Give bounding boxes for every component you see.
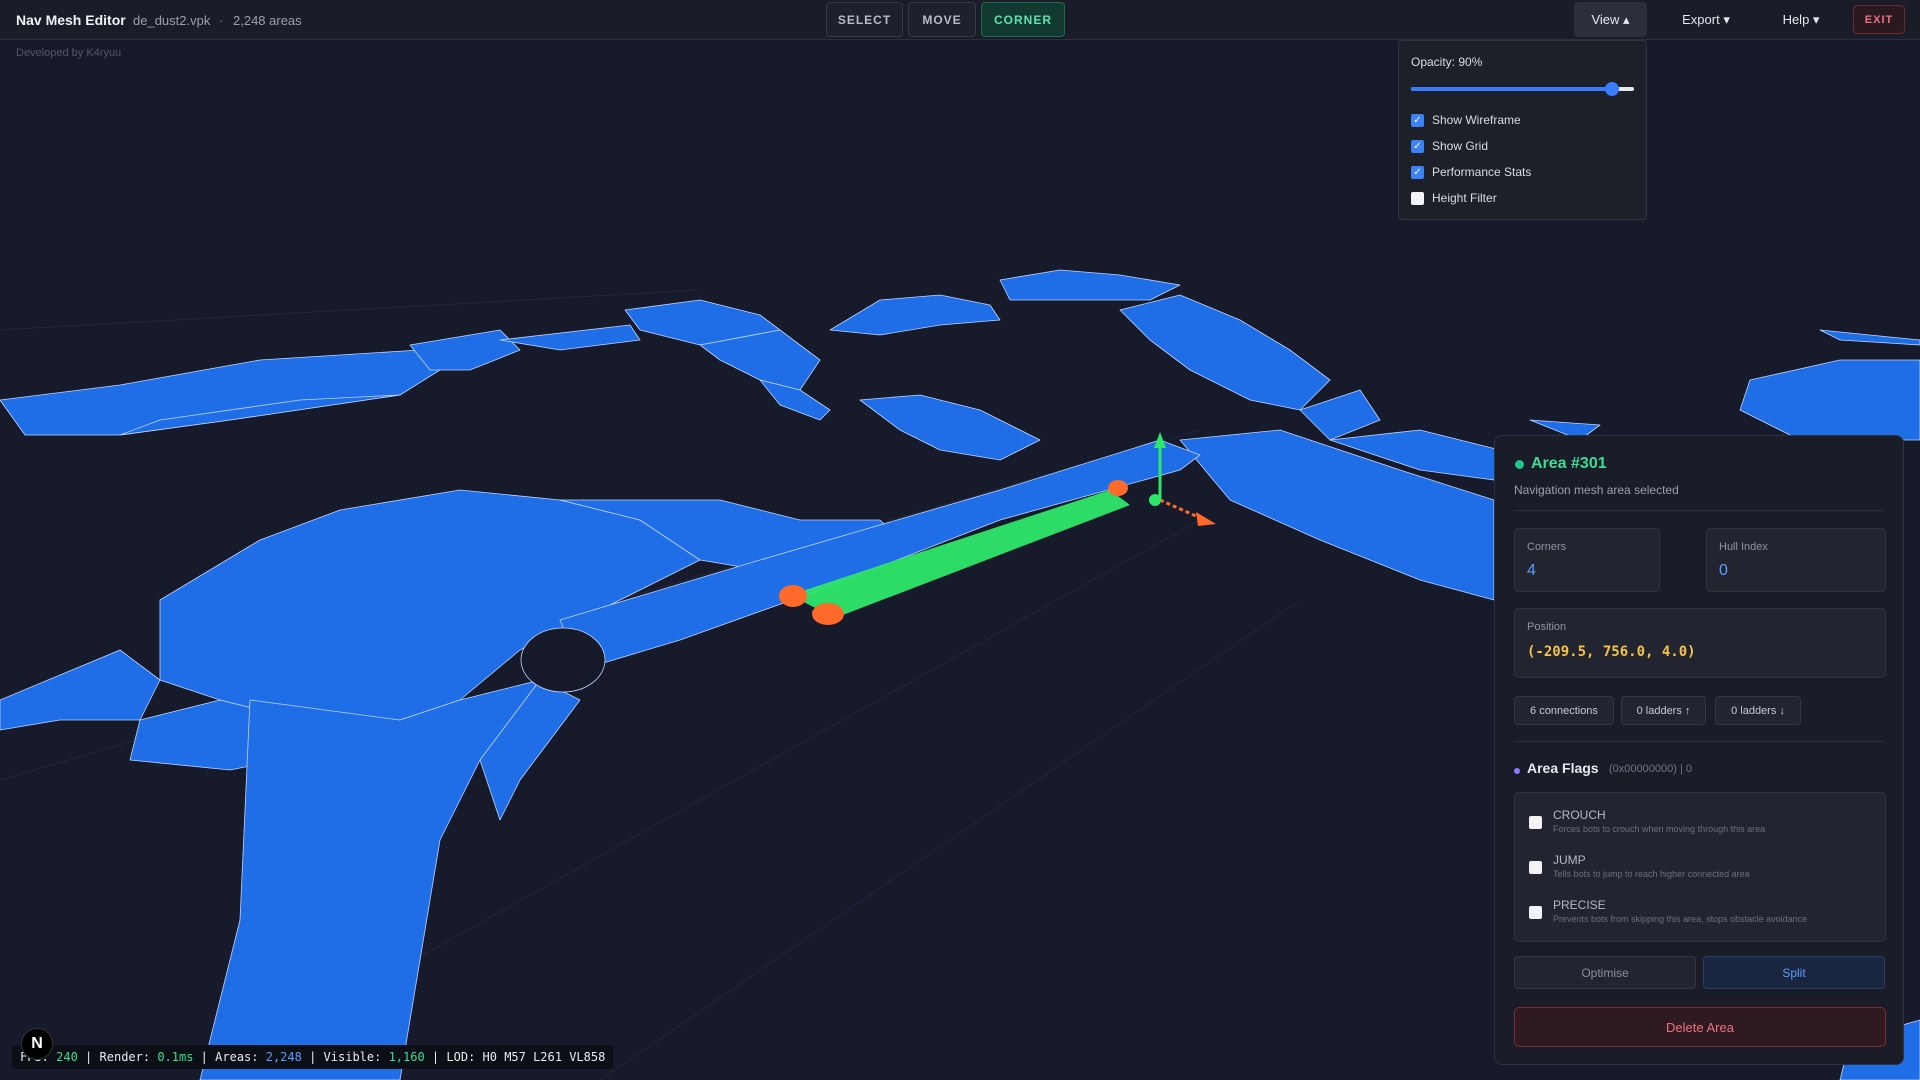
mode-select-button[interactable]: SELECT [826,2,903,37]
export-menu-button[interactable]: Export ▾ [1664,2,1748,37]
ladders-up-badge[interactable]: 0 ladders ↑ [1621,696,1706,725]
show-wireframe-checkbox[interactable]: ✓ [1411,113,1424,127]
top-toolbar: Nav Mesh Editor de_dust2.vpk · 2,248 are… [0,0,1920,40]
selection-status-dot [1515,460,1524,469]
delete-area-button[interactable]: Delete Area [1514,1007,1886,1047]
show-grid-checkbox[interactable]: ✓ [1411,139,1424,153]
area-subtitle: Navigation mesh area selected [1514,483,1679,497]
split-button[interactable]: Split [1703,956,1885,989]
show-grid-label: Show Grid [1432,139,1489,153]
flag-jump-desc: Tells bots to jump to reach higher conne… [1553,869,1750,879]
help-menu-button[interactable]: Help ▾ [1766,2,1836,37]
flag-precise-name: PRECISE [1553,898,1606,912]
show-wireframe-option[interactable]: ✓ Show Wireframe [1411,113,1521,127]
flags-bullet [1514,768,1520,774]
visible-label: Visible: [323,1050,382,1064]
fps-value: 240 [56,1050,78,1064]
area-flags-list: CROUCH Forces bots to crouch when moving… [1514,792,1886,942]
height-filter-label: Height Filter [1432,191,1497,205]
view-menu-dropdown: Opacity: 90% ✓ Show Wireframe ✓ Show Gri… [1398,40,1647,220]
visible-value: 1,160 [388,1050,425,1064]
exit-button[interactable]: EXIT [1853,5,1905,34]
performance-stats-label: Performance Stats [1432,165,1532,179]
areas-label: Areas: [215,1050,259,1064]
corners-value: 4 [1527,562,1536,579]
hull-index-label: Hull Index [1719,541,1768,553]
app-title: Nav Mesh Editor [16,12,126,28]
render-label: Render: [99,1050,151,1064]
lod-stats: LOD: H0 M57 L261 VL858 [446,1050,606,1064]
header-separator: · [219,13,224,28]
flag-jump-checkbox[interactable] [1529,861,1542,874]
opacity-slider-thumb[interactable] [1604,82,1619,96]
show-wireframe-label: Show Wireframe [1432,113,1521,127]
opacity-slider[interactable] [1411,82,1634,96]
framework-logo-icon[interactable]: N [21,1028,53,1060]
area-flags-hex: (0x00000000) | 0 [1609,763,1692,775]
view-menu-button[interactable]: View ▴ [1574,2,1647,37]
performance-stats-bar: FPS: 240 | Render: 0.1ms | Areas: 2,248 … [12,1045,614,1069]
divider [1514,741,1884,742]
show-grid-option[interactable]: ✓ Show Grid [1411,139,1488,153]
opacity-label: Opacity: 90% [1411,55,1483,69]
position-label: Position [1527,621,1567,633]
ladders-down-badge[interactable]: 0 ladders ↓ [1715,696,1801,725]
performance-stats-option[interactable]: ✓ Performance Stats [1411,165,1531,179]
corners-label: Corners [1527,541,1567,553]
flag-precise-checkbox[interactable] [1529,906,1542,919]
developer-credit: Developed by K4ryuu [16,47,122,59]
area-count: 2,248 areas [233,13,302,28]
opacity-slider-fill [1411,87,1612,91]
flag-crouch-name: CROUCH [1553,808,1606,822]
flag-crouch-checkbox[interactable] [1529,816,1542,829]
divider [1514,510,1884,511]
optimise-button[interactable]: Optimise [1514,956,1696,989]
position-stat: Position (-209.5, 756.0, 4.0) [1514,608,1886,678]
flag-precise-desc: Prevents bots from skipping this area, s… [1553,914,1808,924]
position-value: (-209.5, 756.0, 4.0) [1527,644,1696,660]
flag-crouch-desc: Forces bots to crouch when moving throug… [1553,824,1766,834]
area-flags-title: Area Flags [1527,760,1599,776]
flag-jump-name: JUMP [1553,853,1586,867]
corners-stat: Corners 4 [1514,528,1660,592]
areas-value: 2,248 [265,1050,302,1064]
mode-move-button[interactable]: MOVE [908,2,976,37]
hull-index-stat: Hull Index 0 [1706,528,1886,592]
area-title: Area #301 [1531,455,1607,472]
area-inspector-panel: Area #301 Navigation mesh area selected … [1494,435,1904,1065]
render-value: 0.1ms [157,1050,194,1064]
performance-stats-checkbox[interactable]: ✓ [1411,165,1424,179]
height-filter-option[interactable]: Height Filter [1411,191,1497,205]
height-filter-checkbox[interactable] [1411,191,1424,205]
file-name: de_dust2.vpk [133,13,211,28]
mesh-hole [520,627,606,693]
hull-index-value: 0 [1719,562,1728,579]
connections-badge[interactable]: 6 connections [1514,696,1614,725]
mode-corner-button[interactable]: CORNER [981,2,1065,37]
